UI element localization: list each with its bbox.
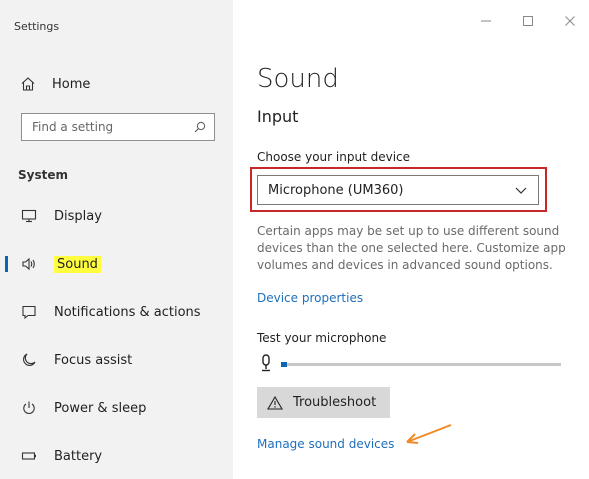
app-title: Settings xyxy=(14,20,60,33)
troubleshoot-button[interactable]: Troubleshoot xyxy=(257,387,390,418)
close-button[interactable] xyxy=(563,14,577,28)
speaker-icon xyxy=(22,257,35,271)
minimize-button[interactable] xyxy=(479,14,493,28)
search-placeholder: Find a setting xyxy=(32,120,114,134)
section-label-system: System xyxy=(18,168,68,182)
sidebar-item-label: Power & sleep xyxy=(54,400,147,416)
input-device-dropdown[interactable]: Microphone (UM360) xyxy=(257,175,539,205)
search-input[interactable]: Find a setting xyxy=(21,113,215,141)
main-panel: Sound Input Choose your input device Mic… xyxy=(233,0,589,479)
mic-level-meter xyxy=(257,352,561,374)
sidebar-item-label: Focus assist xyxy=(54,352,133,368)
home-icon xyxy=(21,77,35,91)
mic-level-track xyxy=(281,362,561,367)
nav-home-label: Home xyxy=(52,76,91,92)
info-text: Certain apps may be set up to use differ… xyxy=(257,224,566,272)
manage-sound-devices-link[interactable]: Manage sound devices xyxy=(257,437,394,451)
input-device-label: Choose your input device xyxy=(257,150,411,164)
chevron-down-icon xyxy=(515,187,527,194)
page-title: Sound xyxy=(257,64,339,94)
nav-home[interactable]: Home xyxy=(20,72,90,96)
sidebar-item-battery[interactable]: Battery xyxy=(0,441,233,471)
troubleshoot-label: Troubleshoot xyxy=(293,395,377,410)
sidebar-item-focus-assist[interactable]: Focus assist xyxy=(0,345,233,375)
mic-level-fill xyxy=(281,362,287,367)
search-icon xyxy=(194,121,206,133)
notification-icon xyxy=(22,305,36,320)
maximize-icon xyxy=(523,16,533,26)
sidebar-item-notifications[interactable]: Notifications & actions xyxy=(0,297,233,327)
minimize-icon xyxy=(481,20,491,22)
test-microphone-label: Test your microphone xyxy=(257,331,387,345)
settings-window: Settings Home Find a setting System Disp… xyxy=(0,0,589,479)
active-indicator xyxy=(5,256,8,272)
warning-icon xyxy=(267,395,283,410)
monitor-icon xyxy=(21,209,37,223)
close-icon xyxy=(565,16,575,26)
device-properties-link[interactable]: Device properties xyxy=(257,291,363,305)
sidebar-item-label: Sound xyxy=(54,255,101,273)
power-icon xyxy=(23,401,35,414)
sidebar-item-sound[interactable]: Sound xyxy=(0,249,233,279)
maximize-button[interactable] xyxy=(521,14,535,28)
window-controls xyxy=(479,14,577,28)
microphone-icon xyxy=(262,354,270,372)
sidebar-item-power-sleep[interactable]: Power & sleep xyxy=(0,393,233,423)
section-title-input: Input xyxy=(257,107,299,126)
sidebar-item-label: Battery xyxy=(54,448,103,464)
sidebar: Settings Home Find a setting System Disp… xyxy=(0,0,233,479)
input-device-value: Microphone (UM360) xyxy=(268,182,404,198)
sidebar-item-display[interactable]: Display xyxy=(0,201,233,231)
battery-icon xyxy=(21,452,36,460)
moon-icon xyxy=(23,353,36,366)
annotation-arrow-icon xyxy=(406,424,452,444)
sidebar-item-label: Display xyxy=(54,208,102,224)
sidebar-item-label: Notifications & actions xyxy=(54,304,201,320)
